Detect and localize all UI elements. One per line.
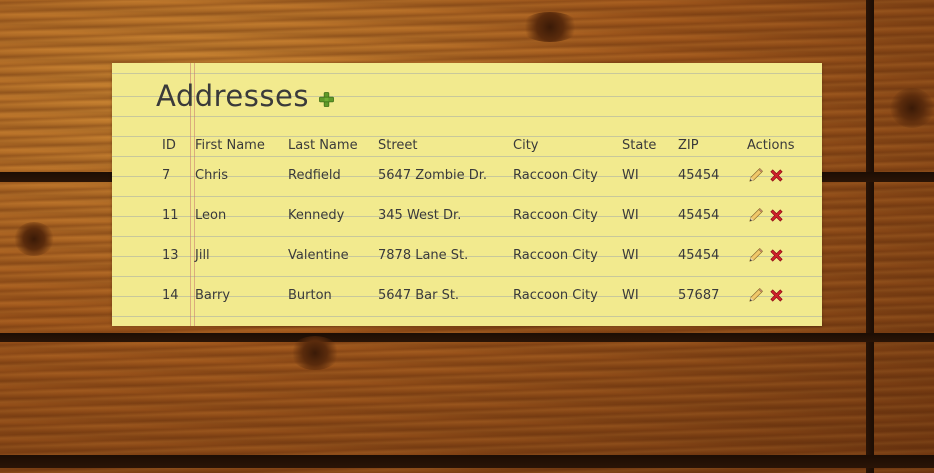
cell-last-name: Kennedy: [288, 207, 345, 223]
plus-icon[interactable]: [319, 91, 334, 107]
cell-state: WI: [622, 287, 639, 303]
cell-id: 14: [162, 287, 179, 303]
pencil-icon[interactable]: [747, 287, 764, 304]
row-actions: [747, 167, 807, 184]
cell-city: Raccoon City: [513, 287, 598, 303]
cell-street: 7878 Lane St.: [378, 247, 469, 263]
row-actions: [747, 207, 807, 224]
wood-knot: [14, 222, 54, 256]
cell-id: 7: [162, 167, 171, 183]
col-header-state: State: [622, 137, 657, 153]
cell-last-name: Burton: [288, 287, 332, 303]
cell-state: WI: [622, 207, 639, 223]
pencil-icon[interactable]: [747, 167, 764, 184]
cell-zip: 57687: [678, 287, 720, 303]
col-header-id: ID: [162, 137, 176, 153]
cell-first-name: Jill: [195, 247, 210, 263]
cell-actions: [747, 275, 807, 315]
pencil-icon[interactable]: [747, 247, 764, 264]
cell-id: 13: [162, 247, 179, 263]
col-header-first-name: First Name: [195, 137, 265, 153]
delete-x-icon[interactable]: [768, 207, 785, 224]
address-card: Addresses ID First Name Last Name Street…: [112, 63, 822, 326]
pencil-icon[interactable]: [747, 207, 764, 224]
cell-street: 345 West Dr.: [378, 207, 462, 223]
cell-last-name: Valentine: [288, 247, 349, 263]
cell-zip: 45454: [678, 207, 720, 223]
delete-x-icon[interactable]: [768, 247, 785, 264]
cell-last-name: Redfield: [288, 167, 341, 183]
row-actions: [747, 247, 807, 264]
col-header-last-name: Last Name: [288, 137, 358, 153]
row-actions: [747, 287, 807, 304]
cell-actions: [747, 195, 807, 235]
col-header-actions: Actions: [747, 137, 795, 153]
cell-first-name: Barry: [195, 287, 231, 303]
table-row: 13 Jill Valentine 7878 Lane St. Raccoon …: [162, 235, 807, 275]
table-row: 7 Chris Redfield 5647 Zombie Dr. Raccoon…: [162, 155, 807, 195]
delete-x-icon[interactable]: [768, 287, 785, 304]
wood-knot: [890, 88, 934, 128]
table-header-row: ID First Name Last Name Street City Stat…: [162, 135, 807, 155]
col-header-street: Street: [378, 137, 418, 153]
col-header-zip: ZIP: [678, 137, 699, 153]
cell-actions: [747, 235, 807, 275]
cell-actions: [747, 155, 807, 195]
cell-zip: 45454: [678, 247, 720, 263]
wood-knot: [290, 336, 340, 370]
cell-state: WI: [622, 167, 639, 183]
addresses-table: ID First Name Last Name Street City Stat…: [162, 135, 807, 315]
table-row: 11 Leon Kennedy 345 West Dr. Raccoon Cit…: [162, 195, 807, 235]
delete-x-icon[interactable]: [768, 167, 785, 184]
title-row: Addresses: [156, 79, 334, 113]
cell-city: Raccoon City: [513, 247, 598, 263]
cell-city: Raccoon City: [513, 207, 598, 223]
cell-zip: 45454: [678, 167, 720, 183]
cell-city: Raccoon City: [513, 167, 598, 183]
cell-first-name: Chris: [195, 167, 229, 183]
cell-state: WI: [622, 247, 639, 263]
cell-street: 5647 Zombie Dr.: [378, 167, 488, 183]
table-row: 14 Barry Burton 5647 Bar St. Raccoon Cit…: [162, 275, 807, 315]
cell-street: 5647 Bar St.: [378, 287, 460, 303]
page-title: Addresses: [156, 79, 309, 113]
cell-id: 11: [162, 207, 179, 223]
col-header-city: City: [513, 137, 539, 153]
cell-first-name: Leon: [195, 207, 227, 223]
wood-knot: [520, 12, 580, 42]
